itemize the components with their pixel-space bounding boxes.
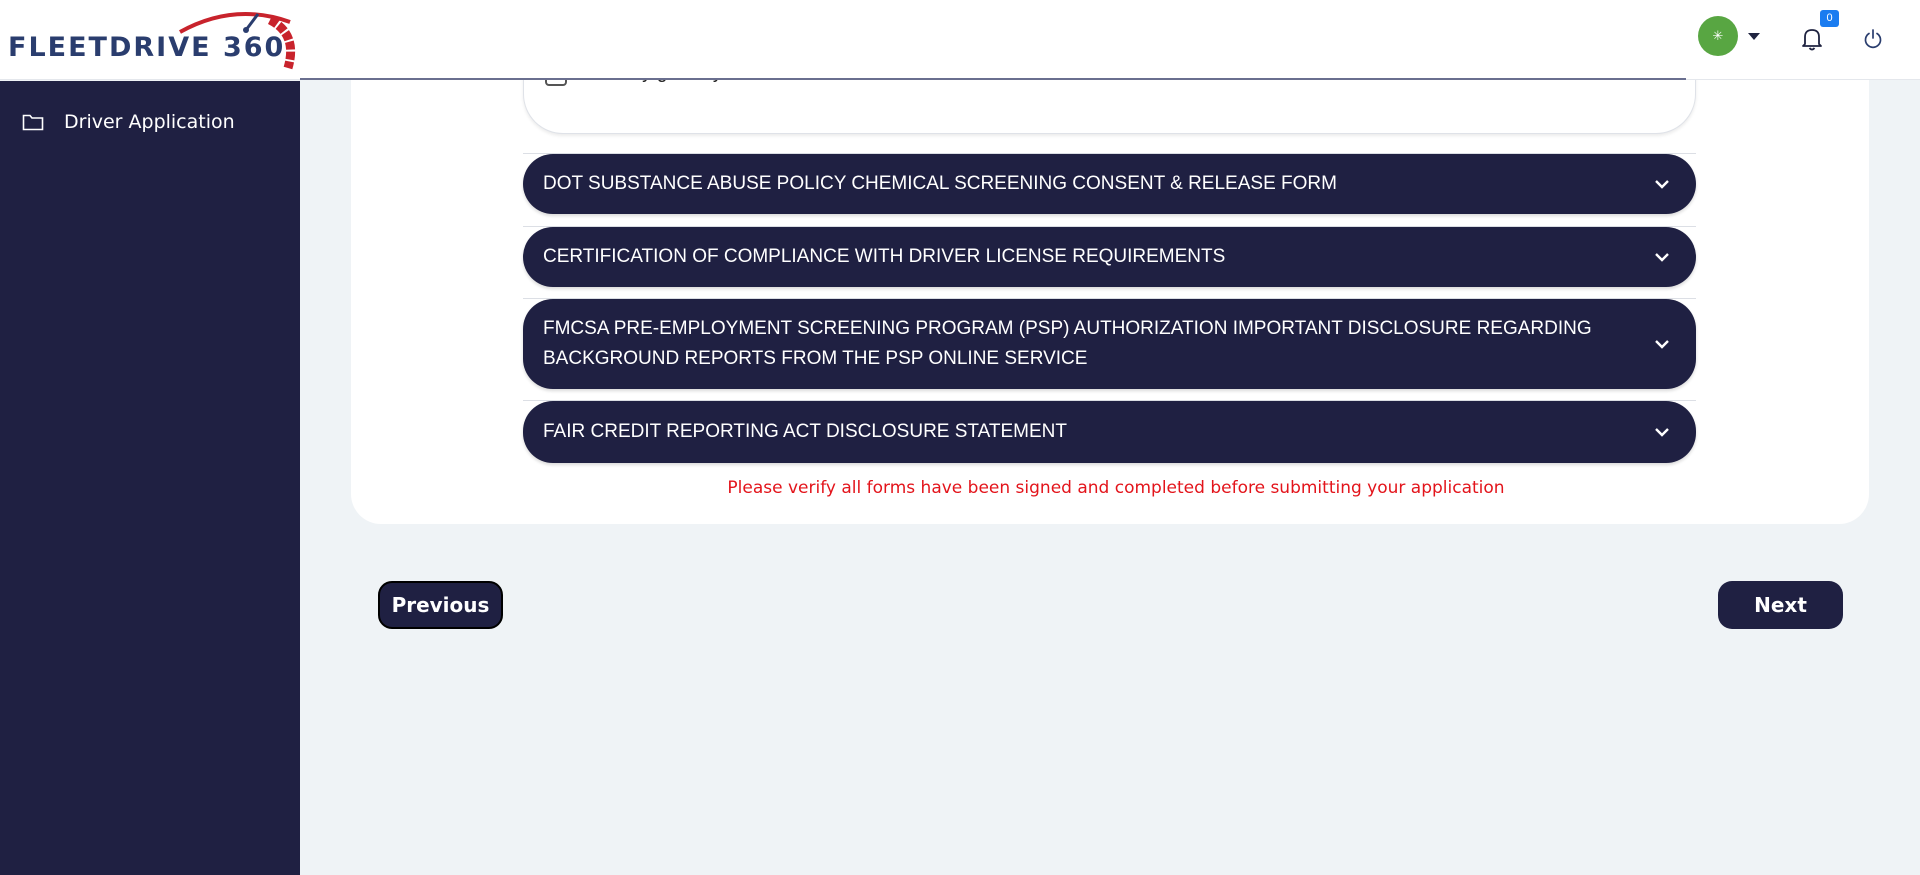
- accordion-title: DOT SUBSTANCE ABUSE POLICY CHEMICAL SCRE…: [543, 173, 1337, 194]
- notification-badge: 0: [1820, 10, 1839, 27]
- chevron-down-icon: [1655, 428, 1669, 437]
- header-divider: [300, 78, 1686, 80]
- folder-icon: [22, 114, 44, 131]
- accordion-title: FAIR CREDIT REPORTING ACT DISCLOSURE STA…: [543, 421, 1067, 442]
- previous-button[interactable]: Previous: [378, 581, 503, 629]
- chevron-down-icon: [1655, 340, 1669, 349]
- user-menu[interactable]: ✳: [1698, 16, 1760, 56]
- accordion-fair-credit-reporting[interactable]: FAIR CREDIT REPORTING ACT DISCLOSURE STA…: [523, 401, 1696, 463]
- accordion-fmcsa-psp[interactable]: FMCSA PRE-EMPLOYMENT SCREENING PROGRAM (…: [523, 299, 1696, 389]
- accordion-title: FMCSA PRE-EMPLOYMENT SCREENING PROGRAM (…: [543, 318, 1592, 369]
- accordion-dot-substance-abuse[interactable]: DOT SUBSTANCE ABUSE POLICY CHEMICAL SCRE…: [523, 154, 1696, 214]
- logo-text: FLEETDRIVE 360: [8, 32, 286, 63]
- next-button[interactable]: Next: [1718, 581, 1843, 629]
- verification-warning: Please verify all forms have been signed…: [727, 478, 1505, 498]
- avatar[interactable]: ✳: [1698, 16, 1738, 56]
- chevron-down-icon: [1655, 253, 1669, 262]
- top-bar: FLEETDRIVE 360 ✳ 0: [0, 0, 1920, 80]
- chevron-down-icon: [1655, 180, 1669, 189]
- accordion-title: CERTIFICATION OF COMPLIANCE WITH DRIVER …: [543, 246, 1226, 267]
- sidebar: Driver Application: [0, 81, 300, 875]
- caret-down-icon[interactable]: [1748, 33, 1760, 40]
- bell-icon[interactable]: [1800, 26, 1824, 52]
- fleetdrive-logo[interactable]: FLEETDRIVE 360: [6, 8, 302, 70]
- power-icon[interactable]: [1862, 28, 1884, 50]
- accordion-driver-license-compliance[interactable]: CERTIFICATION OF COMPLIANCE WITH DRIVER …: [523, 227, 1696, 287]
- sidebar-item-driver-application[interactable]: Driver Application: [22, 111, 235, 133]
- sidebar-item-label: Driver Application: [64, 111, 235, 133]
